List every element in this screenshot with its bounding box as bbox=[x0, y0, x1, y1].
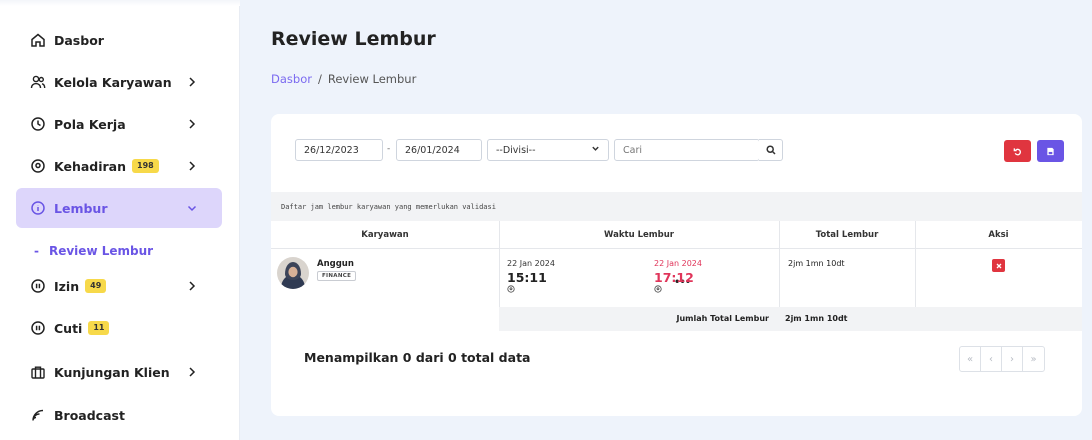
briefcase-icon bbox=[30, 364, 46, 380]
clock-icon bbox=[30, 116, 46, 132]
pagination: « ‹ › » bbox=[959, 346, 1045, 372]
sidebar-item-lembur[interactable]: Lembur bbox=[16, 188, 222, 228]
breadcrumb-current: Review Lembur bbox=[327, 72, 417, 86]
end-date: 22 Jan 2024 bbox=[654, 259, 702, 268]
sidebar-top-shadow bbox=[0, 0, 240, 6]
date-from-input[interactable]: 26/12/2023 bbox=[295, 139, 383, 161]
date-to-input[interactable]: 26/01/2024 bbox=[396, 139, 482, 161]
chevron-right-icon bbox=[186, 365, 198, 379]
search-button[interactable] bbox=[759, 139, 783, 161]
chevron-right-icon bbox=[186, 75, 198, 89]
broadcast-icon bbox=[30, 407, 46, 423]
subitem-dash: - bbox=[34, 244, 39, 258]
table-description: Daftar jam lembur karyawan yang memerluk… bbox=[271, 192, 1082, 221]
close-icon bbox=[996, 263, 1001, 268]
search-input[interactable]: Cari bbox=[614, 139, 760, 161]
header-overtime-time: Waktu Lembur bbox=[604, 230, 674, 240]
sidebar-item-cuti[interactable]: Cuti 11 bbox=[16, 308, 222, 348]
count-badge: 198 bbox=[132, 159, 159, 173]
pause-circle-icon bbox=[30, 320, 46, 336]
table-row: Anggun FINANCE 22 Jan 2024 15:11 ••• 22 … bbox=[271, 249, 1082, 299]
prev-page-button[interactable]: ‹ bbox=[981, 347, 1002, 371]
chevron-right-icon bbox=[186, 117, 198, 131]
breadcrumb-home-link[interactable]: Dasbor bbox=[271, 72, 312, 86]
total-summary-value: 2jm 1mn 10dt bbox=[785, 314, 848, 323]
division-select-value: --Divisi-- bbox=[496, 144, 536, 156]
first-page-button[interactable]: « bbox=[960, 347, 981, 371]
sidebar-item-label: Lembur bbox=[54, 200, 108, 216]
sidebar-item-kelola-karyawan[interactable]: Kelola Karyawan bbox=[16, 62, 222, 102]
start-time: 15:11 bbox=[507, 270, 547, 285]
info-icon bbox=[30, 200, 46, 216]
location-pin-icon[interactable] bbox=[507, 285, 515, 293]
subitem-label: Review Lembur bbox=[48, 244, 154, 258]
date-range-separator: - bbox=[387, 144, 391, 154]
sidebar-item-dasbor[interactable]: Dasbor bbox=[16, 20, 222, 60]
sidebar: Dasbor Kelola Karyawan Pola Kerja Kehadi… bbox=[0, 0, 240, 440]
home-icon bbox=[30, 32, 46, 48]
chevron-down-icon bbox=[186, 201, 198, 215]
sidebar-item-kehadiran[interactable]: Kehadiran 198 bbox=[16, 146, 222, 186]
sidebar-item-pola-kerja[interactable]: Pola Kerja bbox=[16, 104, 222, 144]
page-title: Review Lembur bbox=[271, 28, 436, 50]
sidebar-item-izin[interactable]: Izin 49 bbox=[16, 266, 222, 306]
sidebar-item-label: Kunjungan Klien bbox=[54, 364, 170, 380]
sidebar-item-label: Kelola Karyawan bbox=[54, 74, 172, 90]
sidebar-item-broadcast[interactable]: Broadcast bbox=[16, 395, 222, 435]
division-select[interactable]: --Divisi-- bbox=[487, 139, 609, 161]
location-pin-icon bbox=[30, 158, 46, 174]
chevron-right-icon bbox=[186, 159, 198, 173]
next-page-button[interactable]: › bbox=[1002, 347, 1023, 371]
end-time: 17:12 bbox=[654, 270, 694, 285]
sidebar-item-kunjungan-klien[interactable]: Kunjungan Klien bbox=[16, 352, 222, 392]
total-summary-label: Jumlah Total Lembur bbox=[676, 314, 770, 323]
sidebar-item-label: Cuti bbox=[54, 320, 83, 336]
breadcrumb: Dasbor / Review Lembur bbox=[271, 72, 416, 86]
users-icon bbox=[30, 74, 46, 90]
save-icon bbox=[1047, 147, 1054, 155]
undo-icon bbox=[1013, 147, 1021, 155]
header-employee: Karyawan bbox=[361, 230, 409, 240]
avatar bbox=[277, 257, 309, 289]
sidebar-subitem-review-lembur[interactable]: - Review Lembur bbox=[34, 244, 153, 258]
row-total-overtime: 2jm 1mn 10dt bbox=[788, 259, 845, 268]
sidebar-item-label: Pola Kerja bbox=[54, 116, 126, 132]
table-header: Karyawan Waktu Lembur Total Lembur Aksi bbox=[271, 221, 1082, 249]
location-pin-icon[interactable] bbox=[654, 285, 662, 293]
breadcrumb-separator: / bbox=[317, 72, 322, 86]
sidebar-item-label: Izin bbox=[54, 278, 80, 294]
total-summary-row: Jumlah Total Lembur 2jm 1mn 10dt bbox=[499, 307, 1082, 331]
division-badge: FINANCE bbox=[317, 271, 357, 281]
last-page-button[interactable]: » bbox=[1023, 347, 1044, 371]
search-icon bbox=[765, 145, 776, 155]
header-action: Aksi bbox=[988, 230, 1009, 240]
sidebar-item-label: Broadcast bbox=[54, 407, 125, 423]
count-badge: 49 bbox=[85, 279, 107, 293]
start-date: 22 Jan 2024 bbox=[507, 259, 555, 268]
header-total-overtime: Total Lembur bbox=[815, 230, 879, 240]
save-button[interactable] bbox=[1037, 140, 1064, 162]
chevron-down-icon bbox=[591, 144, 600, 156]
pagination-info: Menampilkan 0 dari 0 total data bbox=[304, 350, 531, 365]
sidebar-item-label: Dasbor bbox=[54, 32, 104, 48]
chevron-right-icon bbox=[186, 279, 198, 293]
pause-circle-icon bbox=[30, 278, 46, 294]
delete-button[interactable] bbox=[992, 259, 1005, 272]
employee-name: Anggun bbox=[317, 259, 354, 269]
sidebar-item-label: Kehadiran bbox=[54, 158, 127, 174]
reset-button[interactable] bbox=[1004, 140, 1031, 162]
overtime-review-card: 26/12/2023 - 26/01/2024 --Divisi-- Cari … bbox=[271, 114, 1082, 416]
count-badge: 11 bbox=[88, 321, 110, 335]
